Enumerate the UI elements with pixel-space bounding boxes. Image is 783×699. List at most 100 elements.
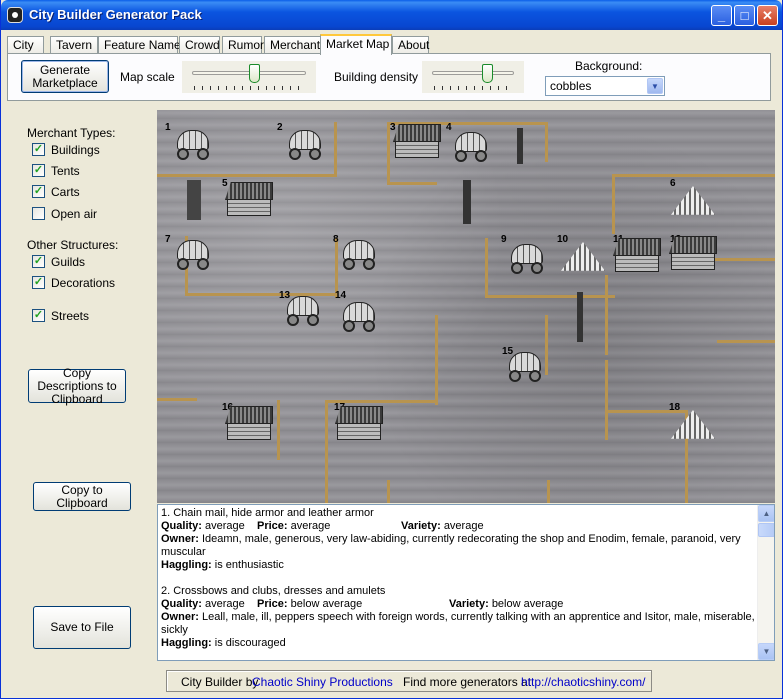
check-icon[interactable]: ✓ — [32, 185, 45, 198]
tab-market-map[interactable]: Market Map — [320, 34, 392, 55]
status-prefix: City Builder by — [181, 675, 259, 689]
find-more-text: Find more generators at — [403, 675, 532, 689]
street — [547, 480, 550, 503]
map-scale-label: Map scale — [120, 70, 175, 84]
slider-thumb[interactable] — [481, 64, 493, 83]
cart-icon[interactable] — [449, 130, 493, 166]
building-icon[interactable] — [335, 406, 383, 442]
check-icon[interactable]: ✓ — [32, 164, 45, 177]
owner-value: Leall, male, ill, peppers speech with fo… — [161, 611, 755, 636]
map-scale-slider[interactable] — [182, 61, 316, 93]
street — [277, 400, 280, 460]
owner-label: Owner: — [161, 611, 199, 623]
map-number: 1 — [165, 122, 171, 133]
cart-icon[interactable] — [503, 350, 547, 386]
street — [157, 398, 197, 401]
tab-city[interactable]: City — [7, 36, 44, 54]
map-number: 2 — [277, 122, 283, 133]
descriptions-textarea[interactable]: 1. Chain mail, hide armor and leather ar… — [157, 504, 775, 661]
building-density-slider[interactable] — [422, 61, 524, 93]
quality-label: Quality: — [161, 520, 202, 532]
quality-value: average — [205, 598, 245, 610]
tab-rumor[interactable]: Rumor — [222, 36, 264, 54]
vertical-scrollbar[interactable]: ▲ ▼ — [757, 505, 774, 660]
haggling-value: is discouraged — [214, 637, 286, 649]
signpost-icon — [577, 292, 583, 342]
cart-icon[interactable] — [337, 300, 381, 336]
generate-marketplace-button[interactable]: Generate Marketplace — [21, 60, 109, 93]
tab-tavern[interactable]: Tavern — [50, 36, 98, 54]
chair-icon — [187, 180, 201, 220]
maximize-icon: □ — [740, 8, 749, 23]
title-bar[interactable]: City Builder Generator Pack _ □ ✕ — [1, 0, 782, 30]
save-to-file-button[interactable]: Save to File — [33, 606, 131, 649]
street — [605, 275, 608, 355]
background-label: Background: — [575, 59, 643, 73]
haggling-label: Haggling: — [161, 559, 212, 571]
check-icon[interactable]: ✓ — [32, 255, 45, 268]
tent-icon[interactable] — [671, 186, 715, 220]
checkbox-empty[interactable] — [32, 207, 45, 220]
checkbox-label: Streets — [51, 309, 90, 323]
street — [334, 122, 337, 177]
cart-icon[interactable] — [337, 238, 381, 274]
building-icon[interactable] — [225, 406, 273, 442]
cart-icon[interactable] — [171, 128, 215, 164]
street — [325, 400, 328, 503]
background-select[interactable]: cobbles ▼ — [545, 76, 665, 96]
cart-icon[interactable] — [505, 242, 549, 278]
scroll-thumb[interactable] — [758, 523, 774, 537]
slider-track — [432, 71, 514, 75]
haggling-label: Haggling: — [161, 637, 212, 649]
maximize-button[interactable]: □ — [734, 5, 755, 26]
quality-label: Quality: — [161, 598, 202, 610]
slider-ticks — [194, 86, 304, 90]
cart-icon[interactable] — [171, 238, 215, 274]
scroll-down-icon[interactable]: ▼ — [758, 643, 774, 660]
checkbox-label: Guilds — [51, 255, 86, 269]
checkbox-label: Decorations — [51, 276, 116, 290]
copy-descriptions-button[interactable]: Copy Descriptions to Clipboard — [28, 366, 126, 405]
street — [612, 174, 615, 234]
variety-value: average — [443, 520, 484, 532]
checkbox-label: Open air — [51, 207, 98, 221]
chevron-down-icon[interactable]: ▼ — [647, 78, 663, 94]
building-icon[interactable] — [225, 182, 273, 218]
cart-icon[interactable] — [283, 128, 327, 164]
merchant-entry: 2. Crossbows and clubs, dresses and amul… — [161, 585, 756, 650]
tab-crowd[interactable]: Crowd — [179, 36, 220, 54]
tent-icon[interactable] — [671, 410, 715, 444]
status-bar: City Builder by Chaotic Shiny Production… — [166, 670, 652, 692]
building-icon[interactable] — [393, 124, 441, 160]
window-title: City Builder Generator Pack — [29, 7, 202, 22]
checkbox-label: Tents — [51, 164, 80, 178]
check-icon[interactable]: ✓ — [32, 143, 45, 156]
cart-icon[interactable] — [281, 294, 325, 330]
scroll-up-icon[interactable]: ▲ — [758, 505, 774, 522]
building-icon[interactable] — [669, 236, 717, 272]
market-map[interactable]: 1 2 3 4 5 6 7 8 9 10 11 12 13 14 15 16 — [157, 110, 775, 503]
copy-to-clipboard-button[interactable]: Copy to Clipboard — [33, 482, 131, 511]
variety-label: Variety: — [449, 598, 489, 610]
company-link[interactable]: Chaotic Shiny Productions — [252, 675, 393, 689]
checkbox-label: Buildings — [51, 143, 100, 157]
street — [612, 174, 775, 177]
tab-about[interactable]: About — [392, 36, 429, 54]
signpost-icon — [517, 128, 523, 164]
check-icon[interactable]: ✓ — [32, 276, 45, 289]
website-link[interactable]: http://chaoticshiny.com/ — [521, 675, 646, 689]
street — [387, 480, 390, 503]
street — [387, 182, 437, 185]
check-icon[interactable]: ✓ — [32, 309, 45, 322]
price-value: below average — [290, 598, 363, 610]
building-icon[interactable] — [613, 238, 661, 274]
close-button[interactable]: ✕ — [757, 5, 778, 26]
minimize-button[interactable]: _ — [711, 5, 732, 26]
tab-feature-namer[interactable]: Feature Namer — [98, 36, 185, 54]
minimize-icon: _ — [717, 8, 726, 23]
slider-thumb[interactable] — [248, 64, 260, 83]
tent-icon[interactable] — [561, 242, 605, 276]
price-label: Price: — [257, 520, 288, 532]
tab-merchant[interactable]: Merchant — [264, 36, 321, 54]
app-icon — [7, 7, 23, 23]
